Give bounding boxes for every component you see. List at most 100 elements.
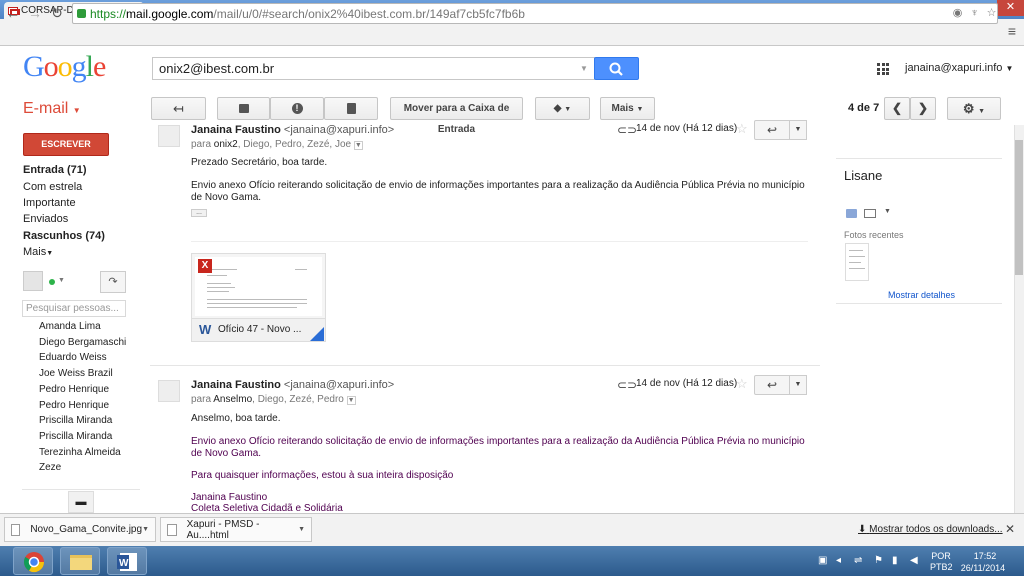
star-icon[interactable]: ☆ — [736, 376, 748, 392]
nav-more[interactable]: Mais▼ — [23, 246, 53, 258]
show-all-downloads-link[interactable]: ⬇ Mostrar todos os downloads... — [858, 524, 1003, 535]
chevron-down-icon: ▼ — [1005, 64, 1014, 73]
message-greeting: Anselmo, boa tarde. — [191, 413, 281, 424]
online-status-icon[interactable] — [49, 279, 55, 285]
app-switcher[interactable]: E-mail ▼ — [23, 100, 81, 118]
reload-button[interactable]: ↻ — [48, 4, 66, 22]
message-recipients[interactable]: para onix2, Diego, Pedro, Zezé, Joe ▼ — [191, 139, 363, 150]
contact-item[interactable]: Diego Bergamaschi — [39, 337, 126, 348]
close-downloads-icon[interactable]: ✕ — [1005, 522, 1015, 536]
signal-tray-icon[interactable]: ▮ — [892, 555, 898, 566]
close-window-button[interactable]: ✕ — [997, 0, 1024, 16]
contact-item[interactable]: Joe Weiss Brazil — [39, 368, 113, 379]
clock-date[interactable]: 26/11/2014 — [958, 563, 1008, 573]
divider — [191, 241, 808, 242]
chevron-down-icon[interactable]: ▼ — [298, 526, 305, 533]
back-button[interactable]: ← — [4, 4, 22, 22]
compose-button[interactable]: ESCREVER — [23, 133, 109, 156]
hangouts-avatar[interactable] — [23, 271, 43, 291]
older-button[interactable]: ❯ — [910, 97, 936, 120]
chevron-down-icon[interactable]: ▼ — [142, 526, 149, 533]
nav-important[interactable]: Importante — [23, 197, 76, 209]
phone-call-button[interactable]: ↷ — [100, 271, 126, 293]
nav-starred[interactable]: Com estrela — [23, 181, 82, 193]
file-explorer-taskbar-icon[interactable] — [60, 547, 100, 575]
contact-item[interactable]: Priscilla Miranda — [39, 431, 112, 442]
people-search-input[interactable]: Pesquisar pessoas... — [22, 300, 126, 317]
download-item[interactable]: Novo_Gama_Convite.jpg ▼ — [4, 517, 156, 542]
settings-button[interactable]: ⚙ ▼ — [947, 97, 1001, 120]
speaker-tray-icon[interactable]: ◀ — [910, 555, 918, 566]
move-to-inbox-button[interactable]: Mover para a Caixa de Entrada — [390, 97, 523, 135]
message-body-line: Envio anexo Ofício reiterando solicitaçã… — [191, 180, 805, 191]
more-actions-button[interactable]: ▼ — [790, 375, 807, 395]
contact-item[interactable]: Pedro Henrique — [39, 400, 109, 411]
attachment-clip-icon: ⊂⊃ — [617, 378, 638, 392]
pager-text: 4 de 7 — [848, 102, 880, 114]
chevron-down-icon[interactable]: ▼ — [353, 141, 363, 150]
flag-tray-icon[interactable]: ⚑ — [874, 555, 883, 566]
address-bar[interactable]: https://mail.google.com/mail/u/0/#search… — [72, 3, 998, 24]
contact-item[interactable]: Eduardo Weiss — [39, 352, 107, 363]
clock-time[interactable]: 17:52 — [965, 551, 1005, 561]
forward-button[interactable]: → — [26, 4, 44, 22]
eye-icon[interactable]: ◉ — [951, 7, 964, 20]
contact-item[interactable]: Zeze — [39, 462, 61, 473]
chevron-down-icon[interactable]: ▼ — [346, 396, 356, 405]
printer-tray-icon[interactable]: ▣ — [818, 555, 827, 566]
nav-inbox[interactable]: Entrada (71) — [23, 164, 87, 176]
email-icon[interactable] — [864, 209, 876, 218]
nav-sent[interactable]: Enviados — [23, 213, 68, 225]
svg-text:W: W — [119, 558, 129, 569]
star-icon[interactable]: ☆ — [736, 121, 748, 137]
google-logo[interactable]: Google — [23, 50, 106, 84]
more-button[interactable]: Mais ▼ — [600, 97, 655, 120]
contact-item[interactable]: Pedro Henrique — [39, 384, 109, 395]
chevron-down-icon[interactable]: ▼ — [884, 208, 891, 215]
show-details-link[interactable]: Mostrar detalhes — [888, 290, 955, 300]
chevron-down-icon: ▼ — [564, 106, 572, 113]
input-language-indicator[interactable]: POR PTB2 — [930, 551, 953, 573]
browser-menu-icon[interactable]: ≡ — [1004, 23, 1020, 39]
back-to-search-button[interactable]: ↤ — [151, 97, 206, 120]
extension-icon[interactable]: ♆ — [968, 7, 981, 20]
more-actions-button[interactable]: ▼ — [790, 120, 807, 140]
contact-item[interactable]: Amanda Lima — [39, 321, 101, 332]
volume-tray-icon[interactable]: ◂ — [836, 555, 841, 566]
chevron-down-icon[interactable]: ▼ — [58, 277, 65, 284]
chat-icon[interactable] — [846, 209, 857, 218]
apps-grid-icon[interactable] — [877, 63, 889, 75]
document-logo-icon: X — [198, 259, 212, 273]
word-taskbar-icon[interactable]: W — [107, 547, 147, 575]
divider — [150, 365, 820, 366]
contact-item[interactable]: Terezinha Almeida — [39, 447, 121, 458]
message-sender[interactable]: Janaina Faustino <janaina@xapuri.info> — [191, 124, 394, 136]
recent-photo-thumbnail[interactable] — [845, 243, 869, 281]
search-button[interactable] — [594, 57, 639, 80]
attachment-preview[interactable] — [195, 257, 322, 316]
bookmark-star-icon[interactable]: ☆ — [985, 7, 998, 20]
file-icon — [11, 523, 21, 536]
file-icon — [167, 523, 177, 536]
chat-bubble-icon[interactable]: ▬ — [68, 491, 94, 513]
delete-button[interactable] — [324, 97, 378, 120]
archive-button[interactable] — [217, 97, 270, 120]
search-input[interactable]: onix2@ibest.com.br — [152, 57, 595, 80]
download-item[interactable]: Xapuri - PMSD - Au....html ▼ — [160, 517, 312, 542]
scrollbar-thumb[interactable] — [1015, 140, 1023, 275]
search-options-icon[interactable]: ▼ — [580, 64, 588, 73]
report-spam-button[interactable]: ! — [270, 97, 324, 120]
reply-button[interactable]: ↩ — [754, 375, 790, 395]
account-menu[interactable]: janaina@xapuri.info ▼ — [905, 62, 1013, 74]
attachment-name[interactable]: Ofício 47 - Novo ... — [218, 324, 302, 335]
labels-button[interactable]: ◆ ▼ — [535, 97, 590, 120]
contact-item[interactable]: Priscilla Miranda — [39, 415, 112, 426]
show-trimmed-content-button[interactable]: ... — [191, 209, 207, 217]
network-tray-icon[interactable]: ⇌ — [854, 555, 862, 566]
nav-drafts[interactable]: Rascunhos (74) — [23, 230, 105, 242]
chrome-taskbar-icon[interactable] — [13, 547, 53, 575]
reply-button[interactable]: ↩ — [754, 120, 790, 140]
newer-button[interactable]: ❮ — [884, 97, 910, 120]
message-recipients[interactable]: para Anselmo, Diego, Zezé, Pedro ▼ — [191, 394, 356, 405]
message-sender[interactable]: Janaina Faustino <janaina@xapuri.info> — [191, 379, 394, 391]
